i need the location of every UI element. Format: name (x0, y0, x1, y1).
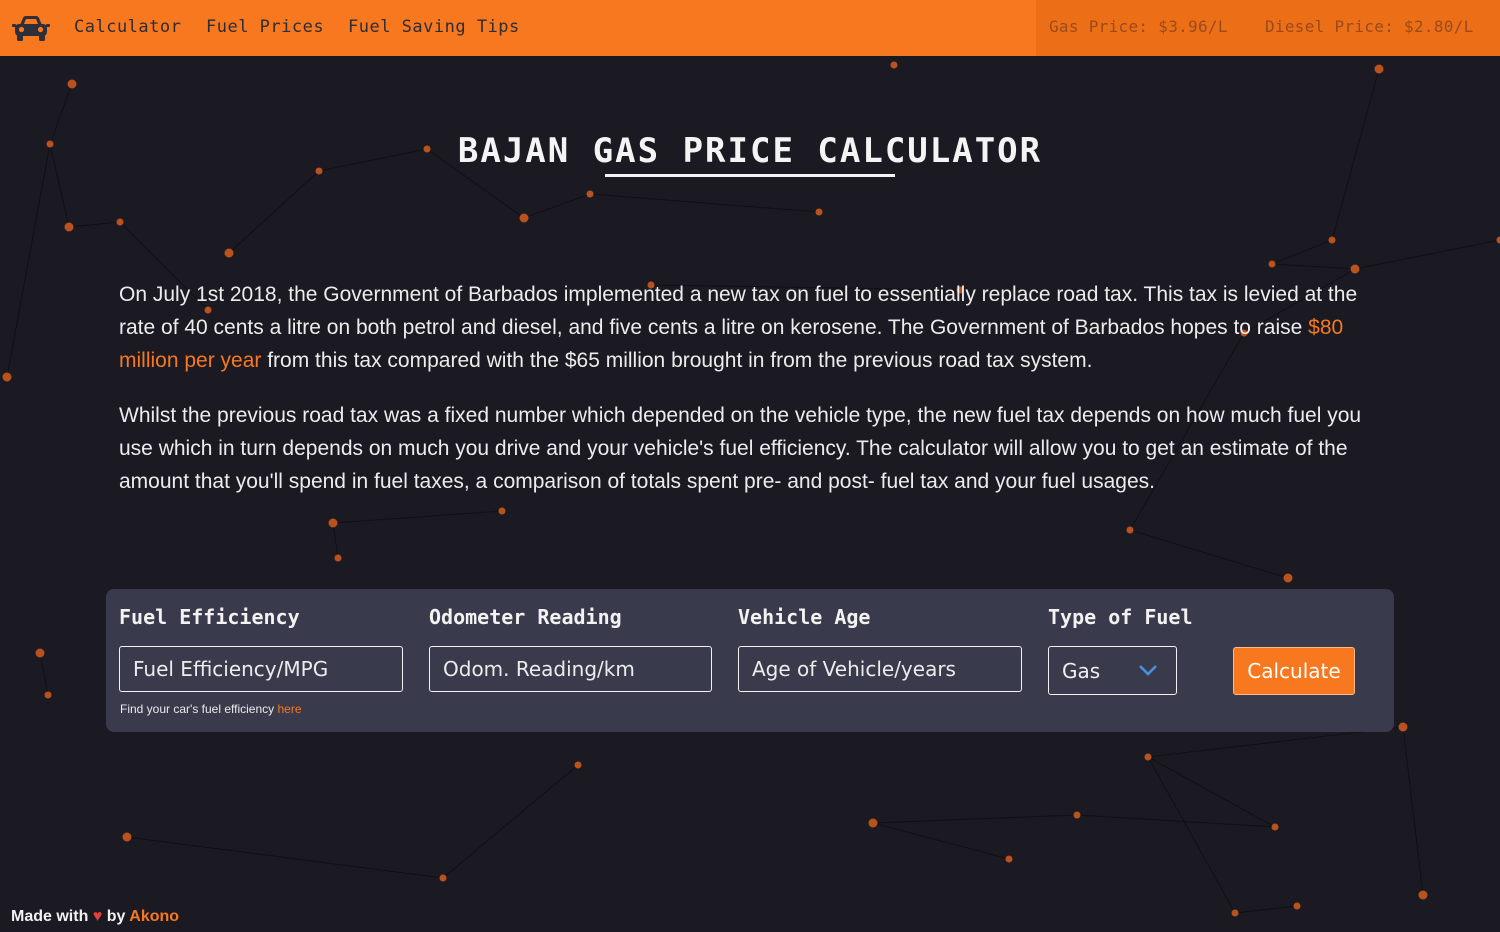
efficiency-hint-link[interactable]: here (277, 702, 301, 716)
network-line (1129, 529, 1289, 579)
network-line (6, 143, 51, 378)
network-dot (519, 213, 529, 223)
network-dot (498, 507, 506, 515)
network-line (1076, 814, 1276, 828)
efficiency-hint: Find your car's fuel efficiency here (120, 702, 302, 716)
gas-price: Gas Price: $3.96/L (1049, 17, 1228, 36)
intro-text-start: On July 1st 2018, the Government of Barb… (119, 283, 1358, 339)
network-line (1402, 726, 1424, 896)
network-line (1271, 239, 1333, 265)
network-line (872, 814, 1078, 824)
explanation-paragraph: Whilst the previous road tax was a fixed… (119, 404, 1362, 493)
network-dot (44, 691, 52, 699)
network-dot (35, 648, 45, 658)
diesel-price: Diesel Price: $2.80/L (1265, 17, 1474, 36)
vehicle-age-label: Vehicle Age (738, 605, 871, 629)
network-dot (1283, 573, 1293, 583)
footer-by: by (102, 908, 130, 925)
network-line (68, 221, 121, 228)
network-dot (439, 874, 447, 882)
network-dot (815, 208, 823, 216)
network-line (1234, 905, 1298, 914)
heart-icon: ♥ (92, 908, 103, 925)
calculator-form: Fuel Efficiency Find your car's fuel eff… (106, 589, 1394, 732)
network-dot (1374, 64, 1384, 74)
network-line (332, 510, 503, 524)
network-dot (1271, 823, 1279, 831)
fuel-type-value: Gas (1062, 659, 1101, 683)
footer-made-with: Made with (11, 908, 89, 925)
chevron-down-icon (1139, 665, 1157, 676)
network-dot (1418, 890, 1428, 900)
network-line (332, 522, 339, 559)
price-box: Gas Price: $3.96/L Diesel Price: $2.80/L (1036, 0, 1500, 56)
calculate-button[interactable]: Calculate (1233, 647, 1355, 695)
car-icon[interactable] (12, 13, 50, 45)
network-dot (1268, 260, 1276, 268)
network-dot (116, 218, 124, 226)
odometer-label: Odometer Reading (429, 605, 622, 629)
network-dot (1328, 236, 1336, 244)
intro-paragraph: On July 1st 2018, the Government of Barb… (119, 278, 1389, 377)
network-dot (67, 79, 77, 89)
network-dot (1144, 753, 1152, 761)
network-dot (328, 518, 338, 528)
intro-text-end: from this tax compared with the $65 mill… (261, 349, 1093, 372)
network-dot (1350, 264, 1360, 274)
network-dot (574, 761, 582, 769)
network-dot (1126, 526, 1134, 534)
network-dot (2, 372, 12, 382)
network-dot (868, 818, 878, 828)
nav-link-calculator[interactable]: Calculator (74, 17, 181, 37)
footer-credit: Made with ♥ by Akono (11, 908, 179, 926)
top-navbar: Calculator Fuel Prices Fuel Saving Tips … (0, 0, 1500, 56)
page-title: BAJAN GAS PRICE CALCULATOR (457, 130, 1043, 171)
network-line (1147, 756, 1236, 914)
network-line (589, 193, 820, 213)
efficiency-hint-text: Find your car's fuel efficiency (120, 702, 278, 716)
fuel-efficiency-input[interactable] (119, 646, 403, 692)
network-dot (1005, 855, 1013, 863)
network-dot (122, 832, 132, 842)
network-line (228, 170, 320, 254)
network-dot (1293, 902, 1301, 910)
network-line (523, 193, 591, 219)
network-dot (224, 248, 234, 258)
network-line (872, 822, 1010, 860)
network-dot (334, 554, 342, 562)
nav-link-fuel-saving-tips[interactable]: Fuel Saving Tips (348, 17, 520, 37)
fuel-type-select[interactable]: Gas (1048, 646, 1177, 695)
vehicle-age-input[interactable] (738, 646, 1022, 692)
efficiency-label: Fuel Efficiency (119, 605, 300, 629)
fuel-type-label: Type of Fuel (1048, 605, 1193, 629)
odometer-input[interactable] (429, 646, 712, 692)
network-dot (1073, 811, 1081, 819)
network-dot (1398, 722, 1408, 732)
network-dot (890, 61, 898, 69)
network-dot (586, 190, 594, 198)
network-dot (1231, 909, 1239, 917)
network-dot (1496, 236, 1500, 244)
network-line (1271, 263, 1356, 270)
network-dot (64, 222, 74, 232)
network-line (442, 764, 579, 879)
network-line (39, 652, 49, 696)
network-line (1354, 239, 1500, 270)
title-underline (605, 174, 895, 177)
nav-link-fuel-prices[interactable]: Fuel Prices (206, 17, 324, 37)
author-link[interactable]: Akono (129, 908, 179, 925)
network-line (126, 836, 444, 879)
